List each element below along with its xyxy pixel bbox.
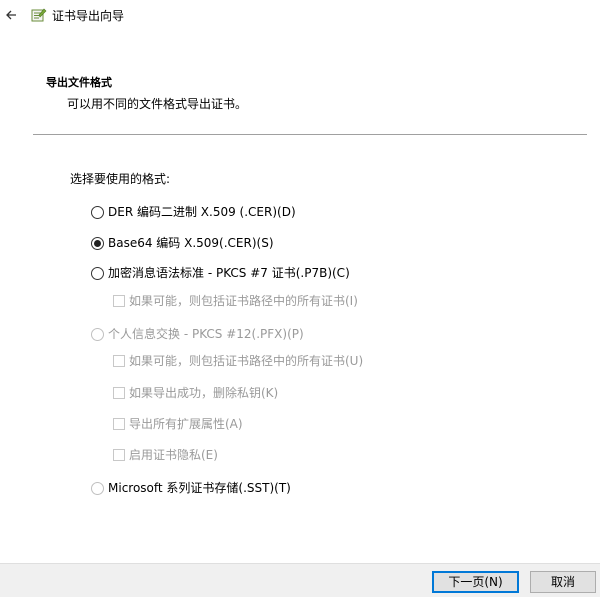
- radio-base64[interactable]: Base64 编码 X.509(.CER)(S): [91, 234, 274, 252]
- back-button[interactable]: [0, 4, 22, 26]
- radio-der-label: DER 编码二进制 X.509 (.CER)(D): [108, 205, 296, 219]
- checkbox-pfx-delete-key[interactable]: 如果导出成功，删除私钥(K): [113, 384, 278, 402]
- checkbox-pfx-delete-key-control[interactable]: [113, 387, 125, 399]
- checkbox-pfx-include-all-control[interactable]: [113, 355, 125, 367]
- radio-base64-control[interactable]: [91, 236, 104, 250]
- checkbox-pfx-export-props-label: 导出所有扩展属性(A): [129, 417, 243, 431]
- radio-der[interactable]: DER 编码二进制 X.509 (.CER)(D): [91, 203, 296, 221]
- checkbox-pfx-privacy[interactable]: 启用证书隐私(E): [113, 446, 218, 464]
- radio-pfx[interactable]: 个人信息交换 - PKCS #12(.PFX)(P): [91, 325, 304, 343]
- checkbox-pfx-export-props-control[interactable]: [113, 418, 125, 430]
- window-title: 证书导出向导: [52, 9, 125, 23]
- checkbox-pkcs7-include-all-label: 如果可能，则包括证书路径中的所有证书(I): [129, 294, 358, 308]
- certificate-wizard-icon: [31, 8, 47, 22]
- back-arrow-icon: [6, 10, 16, 20]
- cancel-button[interactable]: 取消: [530, 571, 596, 593]
- checkbox-pfx-privacy-label: 启用证书隐私(E): [129, 448, 218, 462]
- radio-pkcs7-label: 加密消息语法标准 - PKCS #7 证书(.P7B)(C): [108, 266, 350, 280]
- radio-pkcs7-control[interactable]: [91, 266, 104, 280]
- checkbox-pkcs7-include-all[interactable]: 如果可能，则包括证书路径中的所有证书(I): [113, 292, 358, 310]
- checkbox-pfx-privacy-control[interactable]: [113, 449, 125, 461]
- next-button[interactable]: 下一页(N): [432, 571, 519, 593]
- checkbox-pfx-export-props[interactable]: 导出所有扩展属性(A): [113, 415, 243, 433]
- title-bar: 证书导出向导: [0, 0, 600, 32]
- page-title: 导出文件格式: [46, 76, 112, 89]
- checkbox-pkcs7-include-all-control[interactable]: [113, 295, 125, 307]
- radio-pkcs7[interactable]: 加密消息语法标准 - PKCS #7 证书(.P7B)(C): [91, 264, 350, 282]
- checkbox-pfx-include-all-label: 如果可能，则包括证书路径中的所有证书(U): [129, 354, 364, 368]
- radio-base64-label: Base64 编码 X.509(.CER)(S): [108, 236, 274, 250]
- radio-pfx-label: 个人信息交换 - PKCS #12(.PFX)(P): [108, 327, 304, 341]
- header-divider: [33, 134, 587, 135]
- radio-sst[interactable]: Microsoft 系列证书存储(.SST)(T): [91, 479, 291, 497]
- checkbox-pfx-include-all[interactable]: 如果可能，则包括证书路径中的所有证书(U): [113, 352, 363, 370]
- radio-sst-control[interactable]: [91, 481, 104, 495]
- radio-der-control[interactable]: [91, 205, 104, 219]
- radio-pfx-control[interactable]: [91, 327, 104, 341]
- format-prompt: 选择要使用的格式:: [70, 172, 171, 186]
- page-subtitle: 可以用不同的文件格式导出证书。: [67, 97, 248, 111]
- checkbox-pfx-delete-key-label: 如果导出成功，删除私钥(K): [129, 386, 279, 400]
- radio-sst-label: Microsoft 系列证书存储(.SST)(T): [108, 481, 291, 495]
